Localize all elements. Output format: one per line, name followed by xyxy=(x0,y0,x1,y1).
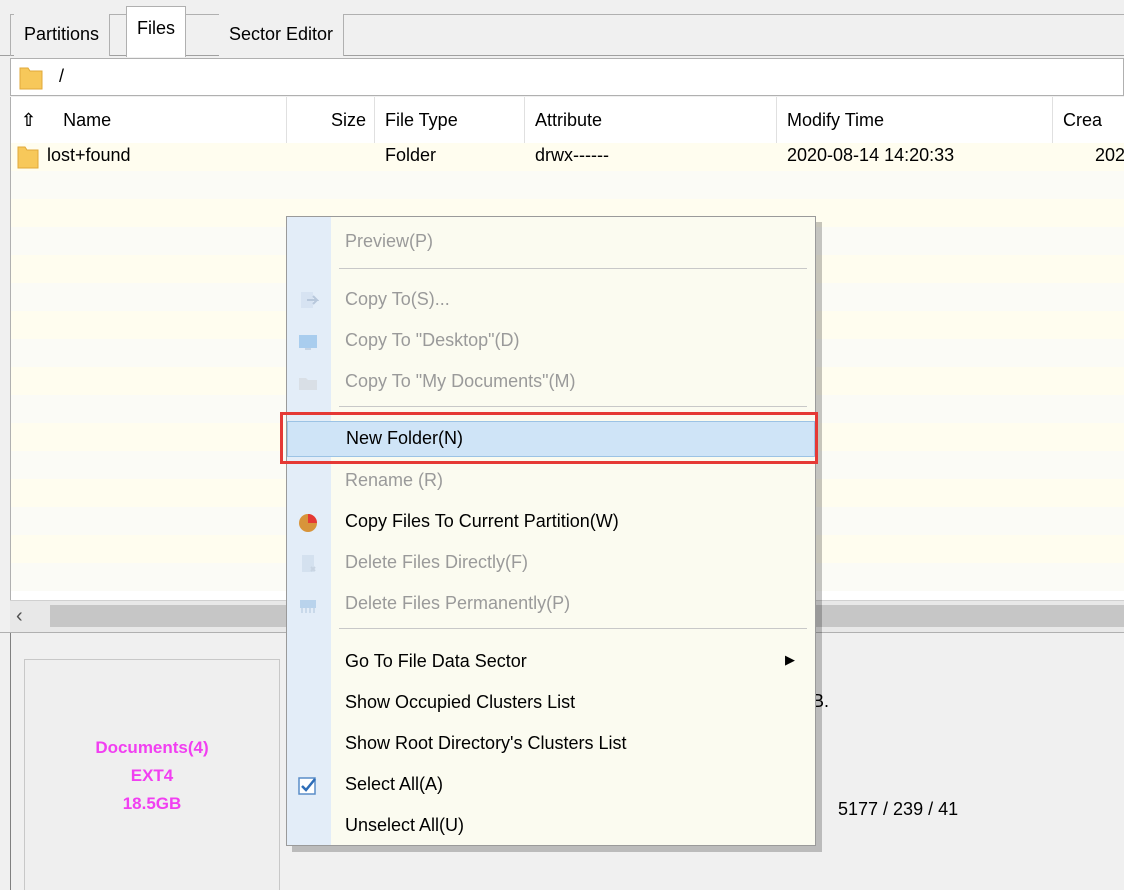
row-modify-time: 2020-08-14 14:20:33 xyxy=(787,145,955,165)
menu-item-label: Copy To(S)... xyxy=(345,289,450,309)
tab-bar: Partitions Files Sector Editor xyxy=(0,0,1124,57)
disk-name: Documents(4) xyxy=(95,738,209,757)
column-attribute-label: Attribute xyxy=(535,110,603,130)
menu-item-label: Copy Files To Current Partition(W) xyxy=(345,511,619,531)
menu-item-label: Delete Files Directly(F) xyxy=(345,552,529,572)
column-size[interactable]: Size xyxy=(287,97,375,143)
documents-folder-icon xyxy=(299,378,317,390)
menu-item-delete-permanently[interactable]: Delete Files Permanently(P) xyxy=(287,587,815,623)
column-name[interactable]: ⇧ Name xyxy=(11,97,287,143)
menu-item-label: Copy To "My Documents"(M) xyxy=(345,371,576,391)
submenu-arrow-icon: ▶ xyxy=(785,652,795,667)
copy-to-icon xyxy=(301,292,319,308)
menu-separator xyxy=(339,628,807,629)
tab-label: Sector Editor xyxy=(229,24,334,44)
divider xyxy=(10,633,11,890)
sort-up-icon: ⇧ xyxy=(21,110,37,130)
menu-item-show-occupied-clusters[interactable]: Show Occupied Clusters List xyxy=(287,686,815,722)
tab-sector-editor[interactable]: Sector Editor xyxy=(219,14,345,56)
menu-item-copy-desktop[interactable]: Copy To "Desktop"(D) xyxy=(287,324,815,360)
column-name-label: Name xyxy=(63,110,112,130)
menu-item-copy-my-documents[interactable]: Copy To "My Documents"(M) xyxy=(287,365,815,401)
column-create-time[interactable]: Crea xyxy=(1053,97,1124,143)
empty-row xyxy=(11,171,1124,199)
column-create-label: Crea xyxy=(1063,110,1103,130)
menu-separator xyxy=(339,268,807,269)
folder-icon xyxy=(19,67,43,90)
menu-item-delete-directly[interactable]: Delete Files Directly(F) xyxy=(287,546,815,582)
menu-item-label: Select All(A) xyxy=(345,774,444,794)
menu-item-label: Rename (R) xyxy=(345,470,444,490)
shredder-icon xyxy=(300,600,316,613)
highlight-annotation xyxy=(280,412,818,464)
checkbox-checked-icon xyxy=(298,777,316,795)
menu-item-label: Go To File Data Sector xyxy=(345,651,527,671)
info-numbers: 5177 / 239 / 41 xyxy=(838,799,959,819)
menu-item-label: Copy To "Desktop"(D) xyxy=(345,330,520,350)
desktop-icon xyxy=(299,335,317,350)
menu-item-label: Show Occupied Clusters List xyxy=(345,692,576,712)
menu-item-unselect-all[interactable]: Unselect All(U) xyxy=(287,809,815,845)
menu-item-preview[interactable]: Preview(P) xyxy=(287,225,815,261)
column-modify-time-label: Modify Time xyxy=(787,110,885,130)
tab-label: Files xyxy=(137,18,176,38)
menu-item-rename[interactable]: Rename (R) xyxy=(287,464,815,500)
column-header: ⇧ Name Size File Type Attribute Modify T… xyxy=(11,97,1124,143)
tab-partitions[interactable]: Partitions xyxy=(14,14,111,56)
menu-separator xyxy=(339,406,807,407)
path-bar[interactable]: / xyxy=(10,58,1124,96)
menu-item-show-root-clusters[interactable]: Show Root Directory's Clusters List xyxy=(287,727,815,763)
row-attribute: drwx------ xyxy=(535,145,609,165)
row-create-time: 2020 xyxy=(1095,145,1124,165)
scroll-left-icon[interactable]: ‹ xyxy=(16,605,23,628)
pie-chart-icon xyxy=(299,514,317,532)
disk-size: 18.5GB xyxy=(122,794,182,813)
menu-item-copy-to[interactable]: Copy To(S)... xyxy=(287,283,815,319)
disk-filesystem: EXT4 xyxy=(130,766,174,785)
menu-item-copy-to-current-partition[interactable]: Copy Files To Current Partition(W) xyxy=(287,505,815,541)
tab-label: Partitions xyxy=(24,24,100,44)
menu-item-label: Preview(P) xyxy=(345,231,434,251)
menu-item-select-all[interactable]: Select All(A) xyxy=(287,768,815,804)
column-file-type[interactable]: File Type xyxy=(375,97,525,143)
table-row[interactable]: lost+found Folder drwx------ 2020-08-14 … xyxy=(11,143,1124,171)
menu-item-go-to-file-data-sector[interactable]: Go To File Data Sector ▶ xyxy=(287,645,815,681)
folder-icon xyxy=(17,146,39,169)
tab-files[interactable]: Files xyxy=(126,6,187,57)
menu-item-label: Show Root Directory's Clusters List xyxy=(345,733,627,753)
delete-file-icon xyxy=(302,555,316,572)
row-name: lost+found xyxy=(47,145,131,165)
context-menu: Preview(P) Copy To(S)... Copy To "Deskto… xyxy=(286,216,816,846)
disk-partition-box[interactable]: Documents(4) EXT4 18.5GB xyxy=(24,659,280,890)
menu-item-label: Delete Files Permanently(P) xyxy=(345,593,571,613)
menu-item-label: Unselect All(U) xyxy=(345,815,465,835)
column-attribute[interactable]: Attribute xyxy=(525,97,777,143)
column-size-label: Size xyxy=(330,110,366,130)
row-file-type: Folder xyxy=(385,145,437,165)
current-path: / xyxy=(59,66,65,86)
column-file-type-label: File Type xyxy=(385,110,458,130)
column-modify-time[interactable]: Modify Time xyxy=(777,97,1053,143)
